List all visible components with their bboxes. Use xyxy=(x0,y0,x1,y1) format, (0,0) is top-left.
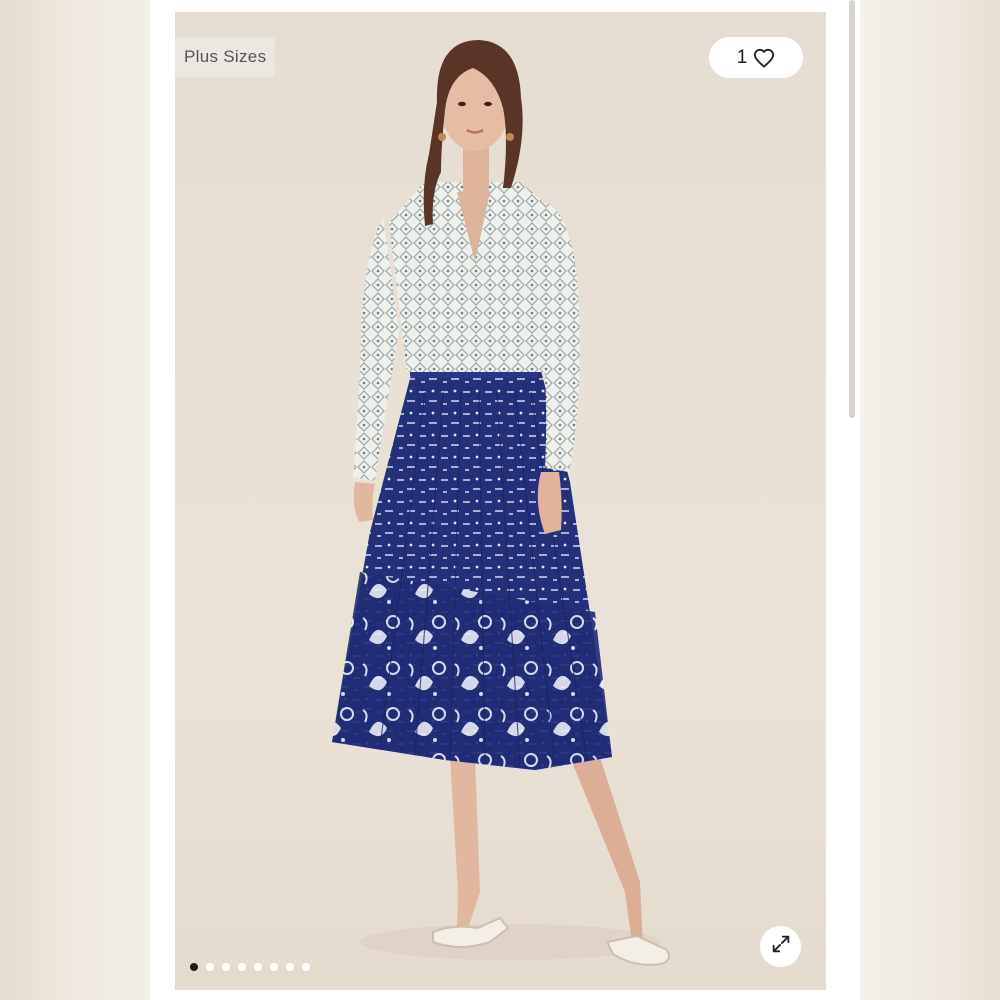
like-count: 1 xyxy=(736,46,748,68)
carousel-dot[interactable] xyxy=(222,963,230,971)
like-button[interactable]: 1 xyxy=(709,37,803,78)
plus-sizes-tag: Plus Sizes xyxy=(175,37,276,77)
carousel-dot[interactable] xyxy=(206,963,214,971)
model-illustration xyxy=(332,40,670,966)
blurred-background-right xyxy=(860,0,1000,1000)
carousel-dot[interactable] xyxy=(238,963,246,971)
expand-image-button[interactable] xyxy=(760,926,801,967)
carousel-dot[interactable] xyxy=(254,963,262,971)
scrollbar[interactable] xyxy=(849,0,855,418)
product-photo[interactable] xyxy=(175,12,826,990)
carousel-dot[interactable] xyxy=(286,963,294,971)
carousel-dot[interactable] xyxy=(302,963,310,971)
carousel-dot[interactable] xyxy=(270,963,278,971)
carousel-dot[interactable] xyxy=(190,963,198,971)
blurred-background-left xyxy=(0,0,150,1000)
carousel-indicator xyxy=(190,963,310,971)
expand-icon xyxy=(770,933,792,960)
heart-icon xyxy=(753,48,775,68)
